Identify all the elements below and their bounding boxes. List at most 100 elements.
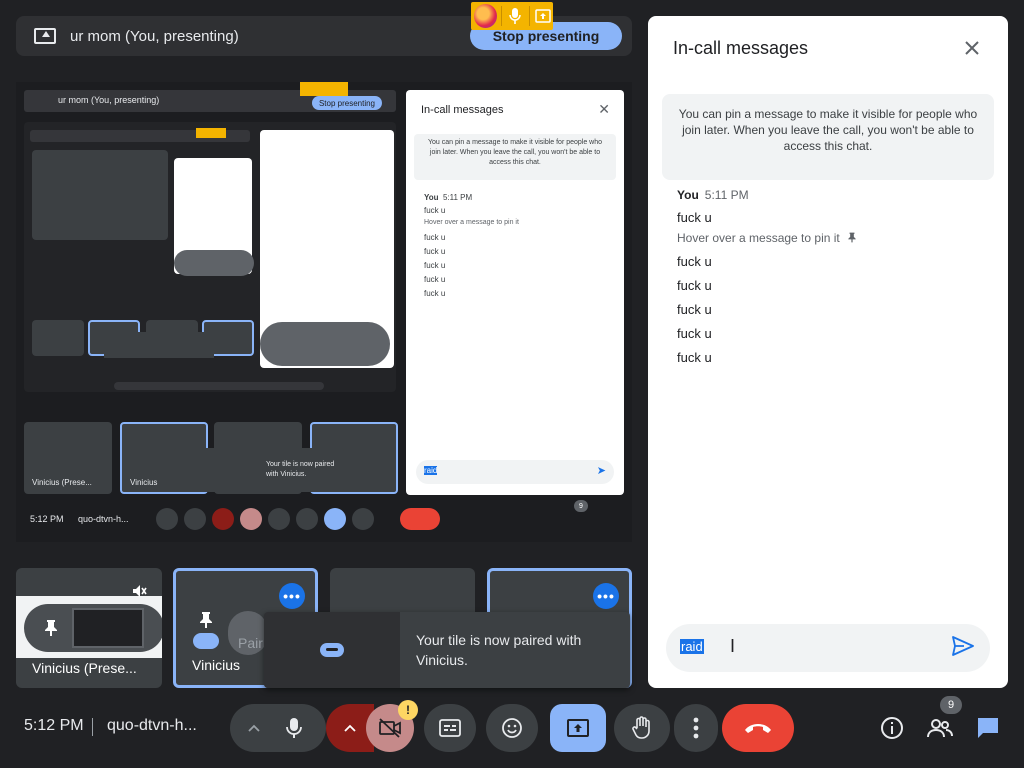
tile-hover-controls[interactable] bbox=[24, 604, 162, 652]
link-icon bbox=[320, 643, 344, 657]
nested-chat-title: In-call messages bbox=[421, 104, 504, 116]
more-vert-icon bbox=[693, 717, 699, 739]
nested-controls bbox=[156, 508, 466, 532]
microphone-button[interactable] bbox=[270, 704, 318, 752]
more-options-icon[interactable]: ••• bbox=[593, 583, 619, 609]
chat-icon bbox=[978, 718, 998, 738]
send-icon[interactable] bbox=[952, 636, 976, 660]
captions-button[interactable] bbox=[424, 704, 476, 752]
nested-toast: Your tile is now paired with Vinicius. bbox=[174, 448, 344, 492]
chevron-up-icon[interactable] bbox=[238, 724, 270, 732]
meeting-details-button[interactable] bbox=[876, 712, 908, 744]
participant-tile-presenting[interactable]: Vinicius (Prese... bbox=[16, 568, 162, 688]
reactions-button[interactable] bbox=[486, 704, 538, 752]
microphone-icon bbox=[286, 718, 302, 738]
chat-info-box: You can pin a message to make it visible… bbox=[662, 94, 994, 180]
nested-tile-name: Vinicius (Prese... bbox=[32, 478, 92, 487]
participant-count-badge: 9 bbox=[940, 696, 962, 714]
people-button[interactable] bbox=[924, 712, 956, 744]
hang-up-icon bbox=[745, 724, 771, 733]
nested-message: fuck u bbox=[424, 289, 446, 298]
people-icon bbox=[927, 719, 953, 738]
paired-toast: Your tile is now paired with Vinicius. bbox=[264, 612, 630, 688]
captions-icon bbox=[439, 719, 461, 737]
nested-message: fuck u bbox=[424, 233, 446, 242]
warning-badge: ! bbox=[398, 700, 418, 720]
info-icon bbox=[881, 717, 903, 739]
chat-message[interactable]: fuck u bbox=[677, 254, 712, 269]
leave-call-button[interactable] bbox=[722, 704, 794, 752]
more-options-icon[interactable]: ••• bbox=[279, 583, 305, 609]
muted-icon bbox=[130, 582, 148, 600]
nested-chat-input: raid ➤ bbox=[416, 460, 614, 484]
chat-button[interactable] bbox=[972, 712, 1004, 744]
nested-chat-info: You can pin a message to make it visible… bbox=[414, 134, 616, 180]
microphone-sharing-icon[interactable] bbox=[506, 6, 525, 26]
nested-time-bottom: 5:12 PM bbox=[30, 514, 64, 524]
nested-people-count: 9 bbox=[574, 500, 588, 512]
more-options-button[interactable] bbox=[674, 704, 718, 752]
present-screen-icon bbox=[34, 28, 56, 44]
nested-screen-level2 bbox=[24, 122, 396, 392]
nested-message: fuck u bbox=[424, 247, 446, 256]
pin-hint: Hover over a message to pin it bbox=[677, 231, 857, 245]
close-icon[interactable] bbox=[960, 36, 984, 60]
raise-hand-icon bbox=[632, 716, 650, 739]
current-time: 5:12 PM bbox=[24, 717, 84, 734]
nested-chat-panel: In-call messages ✕ You can pin a message… bbox=[406, 90, 624, 495]
chat-message[interactable]: fuck u bbox=[677, 278, 712, 293]
nested-firefox-indicator bbox=[300, 82, 348, 96]
presenting-label: ur mom (You, presenting) bbox=[70, 27, 239, 45]
nested-stop-presenting: Stop presenting bbox=[312, 96, 382, 110]
pin-icon[interactable] bbox=[847, 232, 857, 243]
participant-name: Vinicius bbox=[192, 657, 240, 673]
tile-pin-control[interactable] bbox=[190, 611, 222, 651]
nested-toast-text: Your tile is now paired with Vinicius. bbox=[266, 461, 335, 478]
text-cursor-icon: I bbox=[730, 636, 736, 656]
emoji-icon bbox=[502, 718, 522, 738]
divider bbox=[500, 6, 502, 26]
nested-presenting-label: ur mom (You, presenting) bbox=[58, 95, 160, 105]
pin-icon[interactable] bbox=[198, 611, 214, 629]
chat-input-value[interactable]: raid bbox=[680, 639, 704, 654]
audio-controls-group bbox=[230, 704, 326, 752]
paired-link-icon bbox=[193, 633, 219, 649]
chat-message[interactable]: fuck u bbox=[677, 210, 712, 225]
nested-sender: You bbox=[424, 193, 439, 202]
nested-msg-header: You 5:11 PM bbox=[424, 193, 472, 202]
divider bbox=[92, 718, 93, 736]
meeting-code[interactable]: quo-dtvn-h... bbox=[107, 717, 197, 735]
nested-send-icon: ➤ bbox=[596, 465, 606, 477]
nested-message: fuck u bbox=[424, 206, 446, 215]
divider bbox=[528, 6, 530, 26]
raise-hand-button[interactable] bbox=[614, 704, 670, 752]
message-sender: You bbox=[677, 188, 699, 202]
shared-screen-preview: ur mom (You, presenting) Stop presenting… bbox=[16, 82, 632, 542]
nested-code-bottom: quo-dtvn-h... bbox=[78, 514, 129, 524]
chat-input[interactable]: raid I bbox=[666, 624, 990, 672]
chat-message[interactable]: fuck u bbox=[677, 302, 712, 317]
camera-off-icon bbox=[379, 718, 401, 738]
nested-tile: Vinicius (Prese... bbox=[24, 422, 112, 494]
message-header: You 5:11 PM bbox=[677, 188, 749, 202]
nested-input-value: raid bbox=[424, 466, 438, 475]
screen-sharing-icon[interactable] bbox=[534, 6, 553, 26]
toast-message: Your tile is now paired with Vinicius. bbox=[416, 632, 582, 668]
nested-hint: Hover over a message to pin it bbox=[424, 219, 519, 226]
pin-icon[interactable] bbox=[40, 617, 62, 639]
present-now-button[interactable] bbox=[550, 704, 606, 752]
present-screen-icon bbox=[567, 719, 589, 737]
message-timestamp: 5:11 PM bbox=[704, 188, 749, 202]
firefox-sharing-indicator[interactable] bbox=[471, 2, 553, 30]
nested-tile-name: Vinicius bbox=[130, 478, 158, 487]
nested-chat-close-icon: ✕ bbox=[598, 101, 610, 117]
chat-message[interactable]: fuck u bbox=[677, 350, 712, 365]
nested-message: fuck u bbox=[424, 275, 446, 284]
presentation-mini-preview bbox=[72, 608, 144, 648]
toast-icon-area bbox=[264, 612, 400, 688]
participant-name: Vinicius (Prese... bbox=[32, 660, 137, 676]
nested-time: 5:11 PM bbox=[442, 193, 473, 202]
chat-title: In-call messages bbox=[673, 38, 809, 58]
firefox-icon bbox=[474, 4, 497, 28]
chat-message[interactable]: fuck u bbox=[677, 326, 712, 341]
